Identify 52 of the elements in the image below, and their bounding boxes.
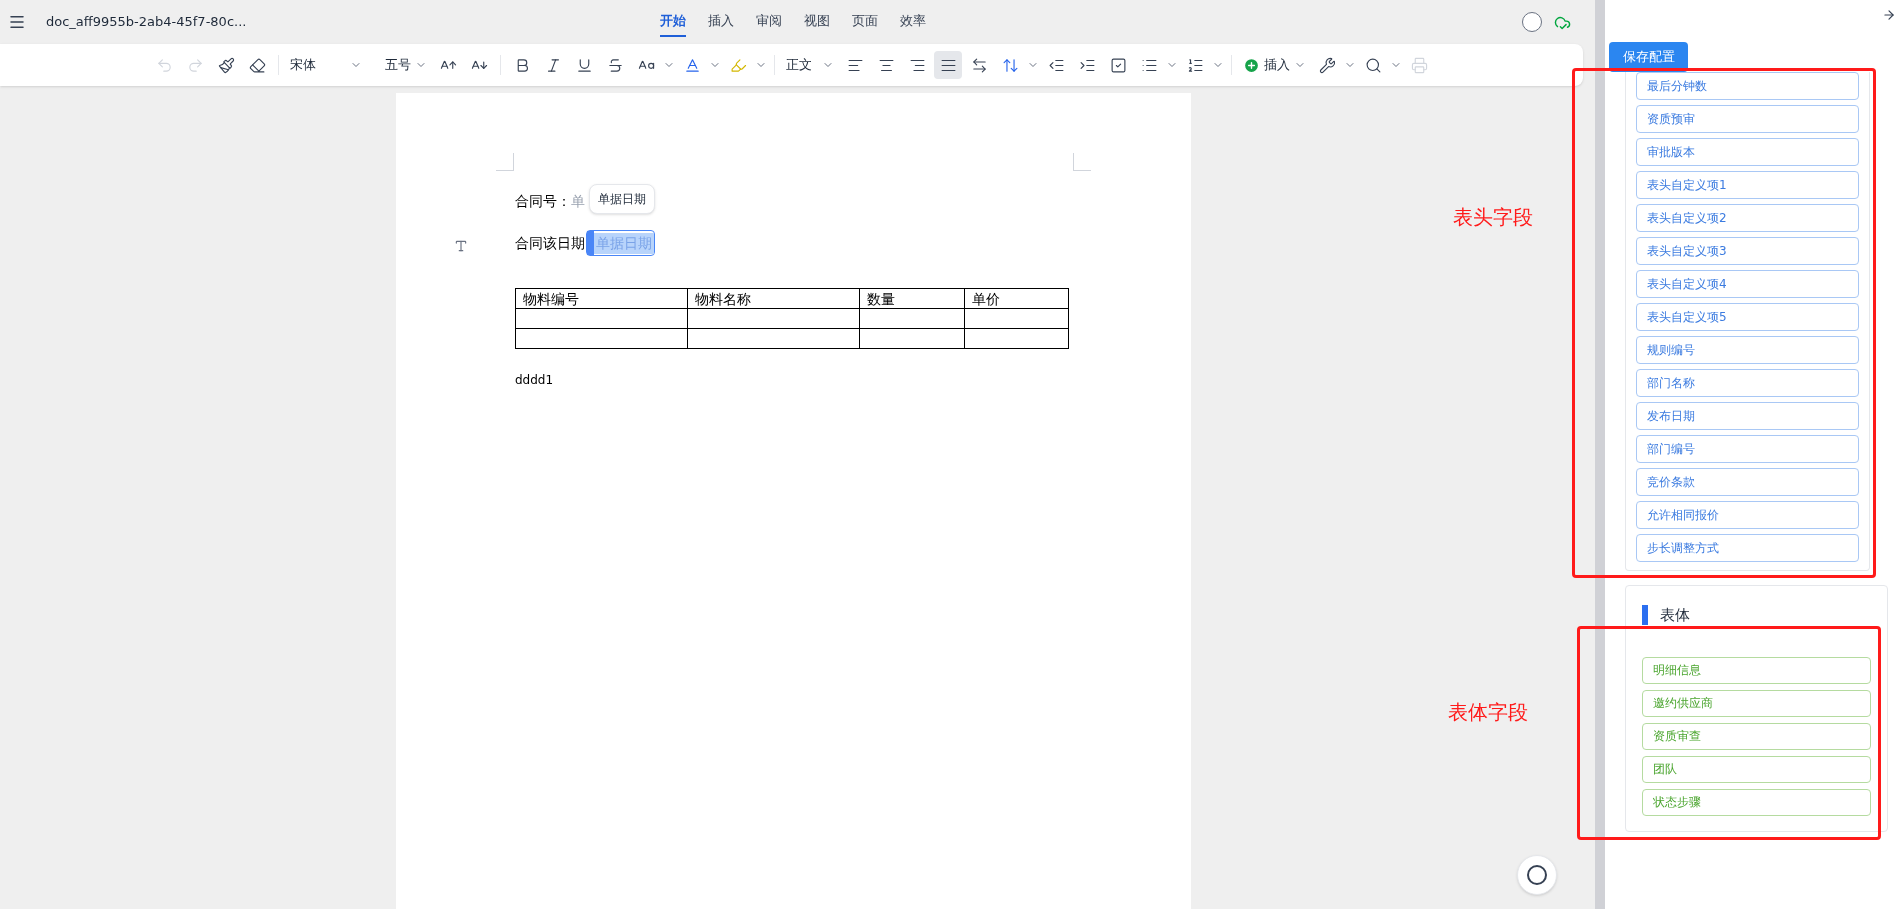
header-field-item[interactable]: 竞价条款 xyxy=(1636,468,1859,496)
ribbon-tab[interactable]: 插入 xyxy=(708,7,734,37)
insert-button[interactable]: 插入 xyxy=(1239,55,1310,75)
plus-icon xyxy=(1243,56,1260,74)
drag-handle-icon[interactable] xyxy=(587,231,594,255)
section-marker-icon xyxy=(1642,605,1648,626)
header-field-item[interactable]: 表头自定义项5 xyxy=(1636,303,1859,331)
header-field-item[interactable]: 规则编号 xyxy=(1636,336,1859,364)
document-title: doc_aff9955b-2ab4-45f7-80c... xyxy=(46,13,247,32)
table-header-cell: 数量 xyxy=(859,288,965,309)
body-field-item[interactable]: 团队 xyxy=(1642,755,1871,783)
header-field-item[interactable]: 审批版本 xyxy=(1636,138,1859,166)
table-header-cell: 物料名称 xyxy=(687,288,860,309)
header-field-item[interactable]: 表头自定义项1 xyxy=(1636,171,1859,199)
header-field-item[interactable]: 部门名称 xyxy=(1636,369,1859,397)
menu-icon[interactable] xyxy=(8,13,26,31)
body-field-item[interactable]: 资质审查 xyxy=(1642,722,1871,750)
annotation-label: 表头字段 xyxy=(1453,204,1533,231)
ribbon-tab[interactable]: 页面 xyxy=(852,7,878,37)
ribbon-tab[interactable]: 开始 xyxy=(660,7,686,37)
annotation-label: 表体字段 xyxy=(1448,699,1528,726)
content-field[interactable]: 单 xyxy=(571,190,585,212)
section-title: 表体 xyxy=(1660,605,1690,626)
font-size-select[interactable]: 五号 xyxy=(381,55,431,75)
ribbon-tab[interactable]: 视图 xyxy=(804,7,830,37)
body-field-item[interactable]: 明细信息 xyxy=(1642,656,1871,684)
table-header-cell: 单价 xyxy=(964,288,1069,309)
header-field-item[interactable]: 允许相同报价 xyxy=(1636,501,1859,529)
header-field-item[interactable]: 最后分钟数 xyxy=(1636,72,1859,100)
table-header-cell: 物料编号 xyxy=(515,288,688,309)
header-field-item[interactable]: 表头自定义项4 xyxy=(1636,270,1859,298)
document-text: 合同号： xyxy=(515,191,571,211)
text-type-icon xyxy=(454,239,468,253)
ribbon-tab[interactable]: 效率 xyxy=(900,7,926,37)
field-tooltip: 单据日期 xyxy=(589,184,655,214)
paragraph-style-select[interactable]: 正文 xyxy=(782,55,838,75)
font-select[interactable]: 宋体 xyxy=(286,55,366,75)
header-field-item[interactable]: 表头自定义项2 xyxy=(1636,204,1859,232)
header-field-item[interactable]: 资质预审 xyxy=(1636,105,1859,133)
align-icon[interactable] xyxy=(934,51,962,79)
header-field-item[interactable]: 发布日期 xyxy=(1636,402,1859,430)
margin-corner-mark xyxy=(1073,153,1091,171)
margin-corner-mark xyxy=(496,153,514,171)
body-field-item[interactable]: 状态步骤 xyxy=(1642,788,1871,816)
header-field-item[interactable]: 部门编号 xyxy=(1636,435,1859,463)
header-field-item[interactable]: 表头自定义项3 xyxy=(1636,237,1859,265)
ribbon-tab[interactable]: 审阅 xyxy=(756,7,782,37)
header-field-item[interactable]: 步长调整方式 xyxy=(1636,534,1859,562)
document-paragraph: dddd1 xyxy=(515,372,555,389)
scrollbar[interactable] xyxy=(1595,0,1605,909)
body-field-item[interactable]: 邀约供应商 xyxy=(1642,689,1871,717)
document-text: 合同该日期 xyxy=(515,233,585,253)
